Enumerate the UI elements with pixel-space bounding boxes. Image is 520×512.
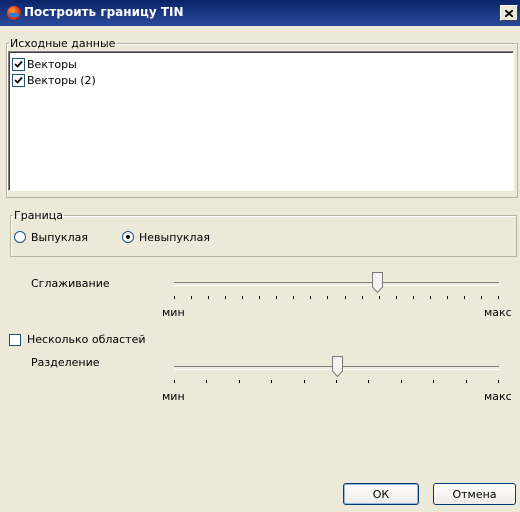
smoothing-min-label: мин [162,306,185,319]
slider-tick [276,296,277,299]
smoothing-label: Сглаживание [31,277,110,290]
convex-radio[interactable] [14,231,26,243]
checkmark-icon [14,76,23,84]
slider-tick [225,296,226,299]
multiple-regions-label: Несколько областей [27,333,146,346]
slider-tick [293,296,294,299]
slider-tick [304,380,305,383]
slider-tick [345,296,346,299]
vectors-2-checkbox[interactable] [12,73,25,87]
app-icon [7,6,21,20]
nonconvex-label: Невыпуклая [139,230,210,244]
slider-ticks [174,296,499,302]
slider-ticks [174,380,499,386]
smoothing-slider[interactable] [174,272,499,312]
smoothing-max-label: макс [484,306,512,319]
slider-tick [498,296,499,299]
slider-thumb[interactable] [332,356,343,377]
list-item-label: Векторы [27,57,77,71]
list-item-label: Векторы (2) [27,73,96,87]
slider-tick [413,296,414,299]
slider-tick [379,296,380,299]
border-legend: Граница [14,209,64,222]
slider-tick [191,296,192,299]
separation-min-label: мин [162,390,185,403]
slider-thumb[interactable] [372,272,383,293]
title-bar[interactable]: Построить границу TIN [0,0,520,26]
separation-label: Разделение [31,356,100,369]
list-item-vectors[interactable]: Векторы [12,56,77,72]
slider-tick [336,380,337,383]
slider-tick [259,296,260,299]
slider-tick [430,296,431,299]
slider-tick [271,380,272,383]
slider-tick [310,296,311,299]
slider-tick [464,296,465,299]
slider-tick [239,380,240,383]
slider-tick [481,296,482,299]
multiple-regions-checkbox[interactable] [9,333,21,346]
slider-tick [206,380,207,383]
multiple-regions-option[interactable]: Несколько областей [9,333,146,346]
separation-max-label: макс [484,390,512,403]
slider-tick [466,380,467,383]
slider-tick [362,296,363,299]
slider-tick [498,380,499,383]
checkmark-icon [14,60,23,68]
window-title: Построить границу TIN [24,5,184,19]
close-button[interactable] [500,5,518,21]
slider-tick [401,380,402,383]
slider-tick [368,380,369,383]
list-item-vectors-2[interactable]: Векторы (2) [12,72,96,88]
dialog-window: Построить границу TIN Исходные данные Ве… [0,0,520,512]
nonconvex-option[interactable]: Невыпуклая [122,229,210,245]
separation-slider[interactable] [174,356,499,396]
slider-tick [174,380,175,383]
close-icon [505,9,513,17]
slider-tick [208,296,209,299]
nonconvex-radio[interactable] [122,231,134,243]
slider-tick [447,296,448,299]
slider-tick [433,380,434,383]
input-data-legend: Исходные данные [10,37,116,50]
convex-option[interactable]: Выпуклая [14,229,88,245]
slider-track [174,282,499,286]
slider-tick [327,296,328,299]
cancel-button[interactable]: Отмена [433,483,516,505]
convex-label: Выпуклая [31,230,88,244]
slider-tick [396,296,397,299]
ok-button[interactable]: ОК [343,483,419,505]
vectors-checkbox[interactable] [12,57,25,71]
slider-tick [174,296,175,299]
slider-tick [242,296,243,299]
input-list[interactable]: Векторы Векторы (2) [8,51,514,191]
